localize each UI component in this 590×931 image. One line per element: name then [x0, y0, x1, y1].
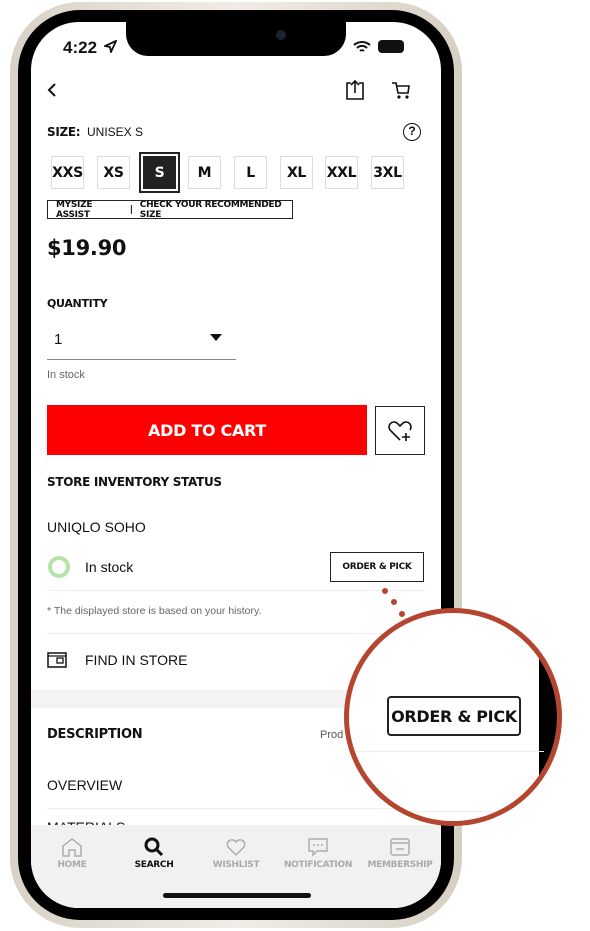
overview-item[interactable]: OVERVIEW [47, 777, 122, 793]
add-to-cart-button[interactable]: ADD TO CART [47, 405, 367, 455]
tab-label: NOTIFICATION [283, 860, 353, 870]
price: $19.90 [47, 236, 127, 260]
order-pick-button[interactable]: ORDER & PICK [330, 552, 424, 582]
size-option-3xl[interactable]: 3XL [371, 156, 404, 189]
divider [47, 590, 425, 591]
tab-label: SEARCH [134, 860, 174, 870]
stock-status: In stock [47, 369, 85, 381]
card-icon [390, 838, 410, 856]
size-option-m[interactable]: M [188, 156, 221, 189]
magnifier-dot [382, 588, 388, 594]
home-indicator [163, 893, 311, 898]
magnifier-dot [391, 599, 397, 605]
store-icon [47, 652, 67, 668]
store-name: UNIQLO SOHO [47, 519, 146, 535]
divider [349, 811, 544, 812]
size-option-xl[interactable]: XL [280, 156, 313, 189]
tab-membership[interactable]: MEMBERSHIP [359, 837, 441, 870]
description-heading[interactable]: DESCRIPTION [47, 727, 143, 742]
find-in-store-label: FIND IN STORE [85, 652, 188, 668]
search-icon [144, 837, 164, 857]
tab-wishlist[interactable]: WISHLIST [195, 837, 277, 870]
quantity-value: 1 [54, 331, 63, 348]
mysize-assist-button[interactable]: MYSIZE ASSIST | CHECK YOUR RECOMMENDED SIZ… [47, 199, 293, 220]
battery-icon [378, 40, 404, 53]
size-option-xs[interactable]: XS [97, 156, 130, 189]
back-icon[interactable] [46, 82, 58, 98]
tab-home[interactable]: HOME [31, 837, 113, 870]
product-id-truncated: Prod [320, 729, 344, 741]
tab-label: HOME [57, 860, 87, 870]
quantity-label: QUANTITY [47, 297, 108, 310]
in-stock-indicator [48, 556, 70, 578]
store-note: * The displayed store is based on your h… [47, 605, 262, 617]
tab-label: WISHLIST [212, 860, 260, 870]
share-icon[interactable] [345, 79, 365, 101]
cart-icon[interactable] [391, 80, 411, 100]
size-option-l[interactable]: L [234, 156, 267, 189]
tab-search[interactable]: SEARCH [113, 837, 195, 870]
location-icon [104, 40, 117, 53]
size-value: UNISEX S [86, 125, 143, 139]
size-option-xxl[interactable]: XXL [325, 156, 358, 189]
status-time: 4:22 [63, 38, 98, 57]
find-in-store-link[interactable]: FIND IN STORE [47, 652, 187, 668]
chat-icon [308, 838, 328, 857]
magnifier-callout: ORDER & PICK [344, 608, 562, 826]
camera [276, 30, 286, 40]
quantity-select[interactable]: 1 [47, 322, 236, 360]
wishlist-button[interactable] [375, 406, 425, 455]
divider [47, 633, 425, 634]
notch [126, 22, 346, 56]
size-option-xxs[interactable]: XXS [51, 156, 84, 189]
magnifier-dot [399, 611, 405, 617]
heart-plus-icon [388, 420, 412, 441]
tab-label: MEMBERSHIP [367, 860, 433, 870]
size-option-s[interactable]: S [139, 152, 180, 193]
home-icon [62, 838, 82, 857]
magnified-order-pick: ORDER & PICK [387, 696, 521, 736]
chevron-down-icon [210, 334, 222, 341]
help-icon[interactable]: ? [403, 123, 421, 141]
magnified-bezel [539, 613, 557, 821]
divider [349, 751, 544, 752]
heart-icon [226, 839, 246, 856]
store-stock-status: In stock [85, 559, 134, 575]
mysize-right: CHECK YOUR RECOMMENDED SIZE [139, 199, 282, 220]
tab-notification[interactable]: NOTIFICATION [277, 837, 359, 870]
size-label: SIZE: UNISEX S [47, 125, 143, 139]
divider: | [129, 204, 133, 215]
wifi-icon [353, 41, 371, 52]
divider [47, 808, 425, 809]
store-inventory-heading: STORE INVENTORY STATUS [47, 475, 222, 489]
mysize-left: MYSIZE ASSIST [56, 199, 93, 220]
